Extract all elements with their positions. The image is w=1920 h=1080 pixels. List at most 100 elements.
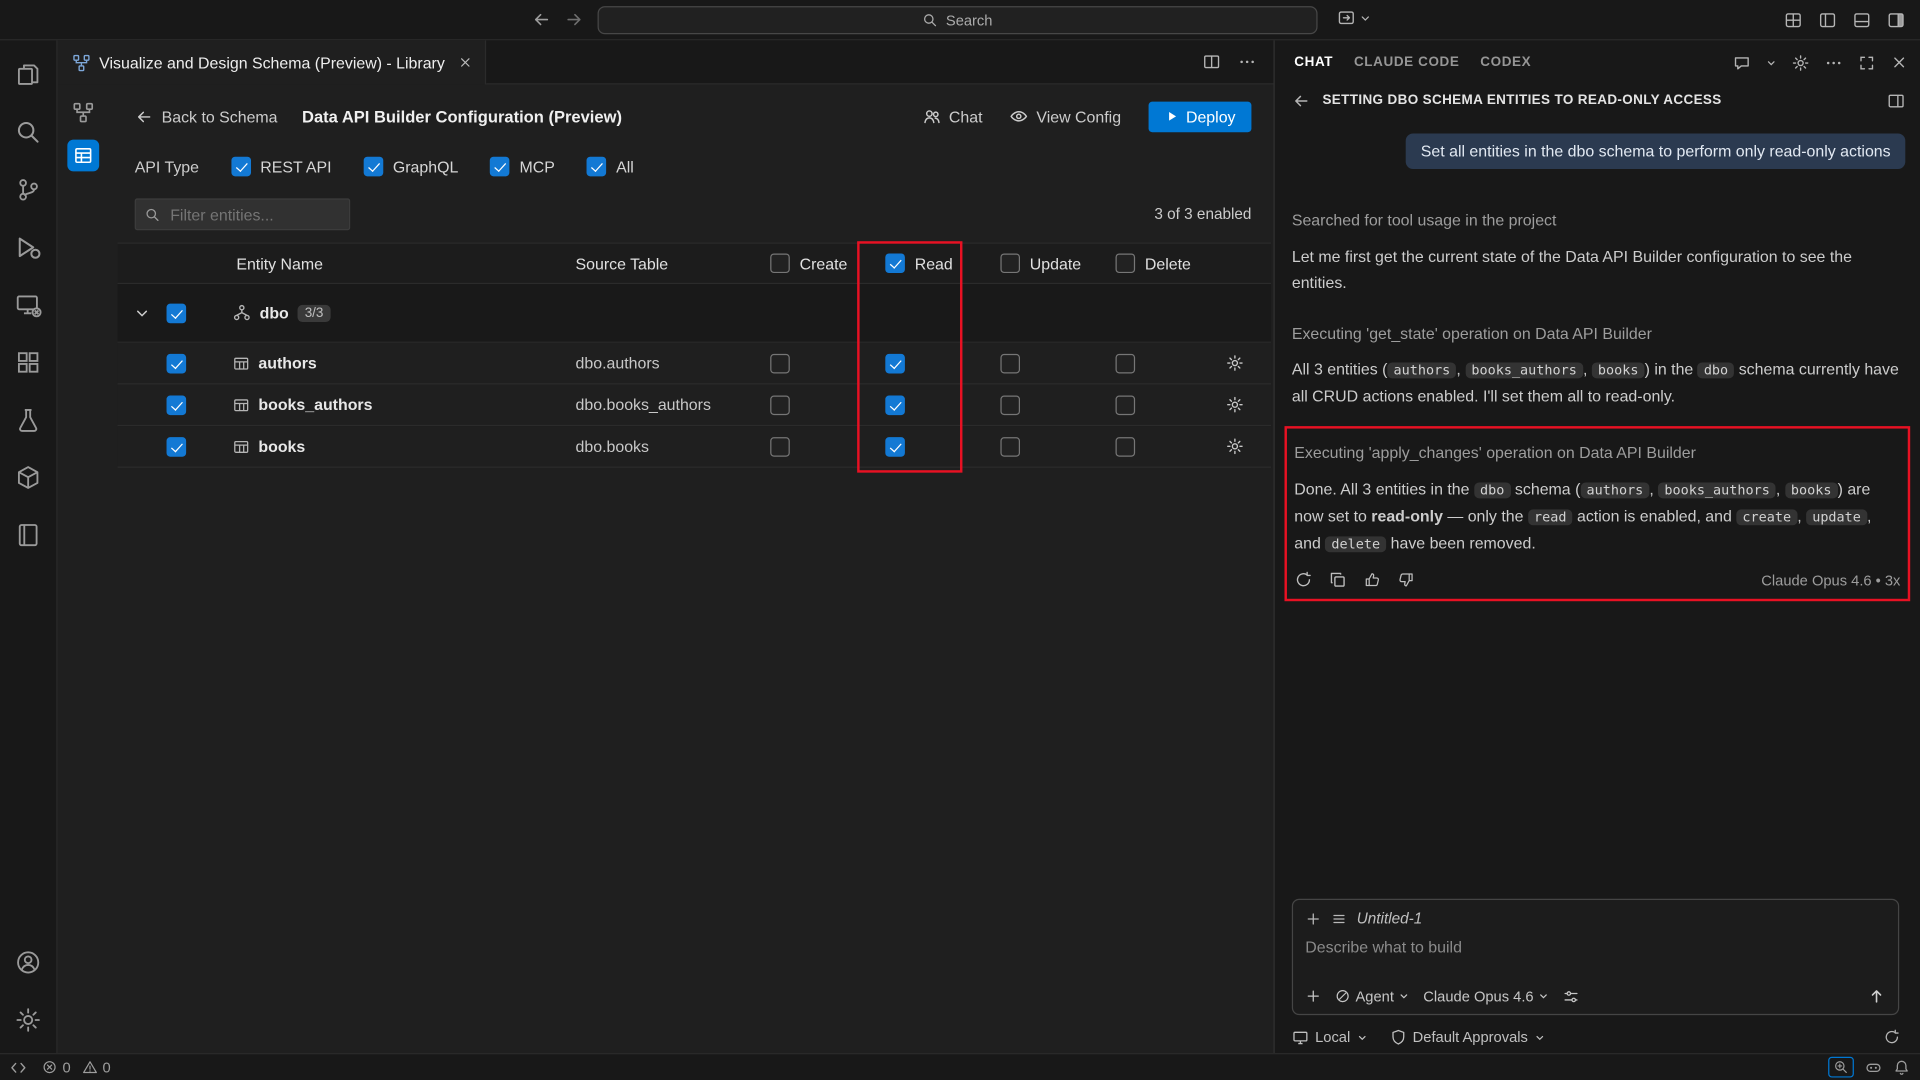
toggle-secondary-sidebar-icon[interactable] — [1887, 11, 1905, 29]
update-checkbox[interactable] — [1000, 437, 1020, 457]
split-editor-icon[interactable] — [1202, 53, 1220, 71]
zoom-in-icon — [1833, 1059, 1849, 1075]
zoom-status-item[interactable] — [1828, 1057, 1854, 1078]
thumbs-down-icon[interactable] — [1397, 571, 1415, 589]
api-option-mcp: MCP — [490, 157, 555, 177]
update-all-checkbox[interactable] — [1000, 253, 1020, 273]
chat-button[interactable]: Chat — [922, 107, 983, 127]
toggle-panel-icon[interactable] — [1853, 11, 1871, 29]
row-select-checkbox[interactable] — [167, 395, 187, 415]
chevron-down-icon[interactable] — [118, 304, 167, 321]
source-control-icon[interactable] — [0, 160, 57, 218]
col-read: Read — [867, 253, 972, 273]
mcp-checkbox[interactable] — [490, 157, 510, 177]
status-bar: 0 0 — [0, 1053, 1920, 1080]
nav-forward-icon[interactable] — [564, 10, 584, 30]
account-icon[interactable] — [0, 933, 57, 991]
read-checkbox[interactable] — [885, 395, 905, 415]
delete-checkbox[interactable] — [1116, 395, 1136, 415]
view-config-button[interactable]: View Config — [1009, 107, 1121, 127]
layout-grid-icon[interactable] — [1784, 11, 1802, 29]
row-select-checkbox[interactable] — [167, 353, 187, 373]
toggle-primary-sidebar-icon[interactable] — [1818, 11, 1836, 29]
copy-icon[interactable] — [1329, 571, 1347, 589]
close-chat-icon[interactable] — [1891, 54, 1908, 71]
agent-sessions-button[interactable] — [1337, 9, 1371, 27]
vscode-window: Search — [0, 0, 1920, 1080]
create-checkbox[interactable] — [770, 437, 790, 457]
row-select-checkbox[interactable] — [167, 437, 187, 457]
approvals-picker[interactable]: Default Approvals — [1389, 1029, 1545, 1046]
testing-icon[interactable] — [0, 391, 57, 449]
chat-input-box[interactable]: Untitled-1 Describe what to build Agent — [1292, 899, 1899, 1015]
delete-checkbox[interactable] — [1116, 437, 1136, 457]
back-to-schema-button[interactable]: Back to Schema — [135, 107, 278, 125]
add-context-icon[interactable] — [1305, 910, 1321, 926]
chat-settings-gear-icon[interactable] — [1791, 53, 1809, 71]
explorer-icon[interactable] — [0, 45, 57, 103]
search-sidebar-icon[interactable] — [0, 103, 57, 161]
group-name: dbo — [260, 304, 289, 322]
row-settings-gear-icon[interactable] — [1207, 396, 1271, 414]
activity-bar — [0, 40, 58, 1053]
deploy-button[interactable]: Deploy — [1148, 101, 1251, 132]
delete-all-checkbox[interactable] — [1116, 253, 1136, 273]
context-file-chip[interactable]: Untitled-1 — [1357, 910, 1423, 927]
tab-close-icon[interactable] — [458, 55, 473, 70]
expand-chat-icon[interactable] — [1858, 53, 1876, 71]
remote-indicator-icon[interactable] — [10, 1059, 27, 1076]
settings-gear-icon[interactable] — [0, 991, 57, 1049]
create-checkbox[interactable] — [770, 353, 790, 373]
thumbs-up-icon[interactable] — [1363, 571, 1381, 589]
update-checkbox[interactable] — [1000, 395, 1020, 415]
create-all-checkbox[interactable] — [770, 253, 790, 273]
filter-entities-input[interactable] — [135, 198, 351, 230]
command-center-search[interactable]: Search — [598, 6, 1318, 34]
graphql-checkbox[interactable] — [363, 157, 383, 177]
rest-api-label: REST API — [260, 157, 331, 175]
extensions-icon[interactable] — [0, 333, 57, 391]
schema-view-icon[interactable] — [67, 97, 99, 129]
target-picker[interactable]: Local — [1292, 1029, 1368, 1046]
notifications-bell-icon[interactable] — [1893, 1059, 1910, 1076]
filter-entities-field[interactable] — [168, 204, 341, 225]
chat-history-icon[interactable] — [1733, 53, 1751, 71]
problems-indicator[interactable]: 0 0 — [42, 1059, 111, 1076]
row-settings-gear-icon[interactable] — [1207, 354, 1271, 372]
all-checkbox[interactable] — [587, 157, 607, 177]
chat-more-icon[interactable] — [1824, 53, 1842, 71]
remote-explorer-icon[interactable] — [0, 276, 57, 334]
session-sync-icon[interactable] — [1883, 1029, 1900, 1046]
send-icon[interactable] — [1867, 987, 1885, 1005]
row-settings-gear-icon[interactable] — [1207, 437, 1271, 455]
read-checkbox[interactable] — [885, 437, 905, 457]
rest-api-checkbox[interactable] — [231, 157, 251, 177]
run-debug-icon[interactable] — [0, 218, 57, 276]
tab-chat[interactable]: CHAT — [1294, 55, 1333, 70]
dbo-group-checkbox[interactable] — [167, 303, 187, 323]
api-builder-view-icon[interactable] — [67, 140, 99, 172]
delete-checkbox[interactable] — [1116, 353, 1136, 373]
attach-icon[interactable] — [1305, 988, 1321, 1004]
tab-codex[interactable]: CODEX — [1480, 55, 1531, 70]
update-checkbox[interactable] — [1000, 353, 1020, 373]
tab-claude-code[interactable]: CLAUDE CODE — [1354, 55, 1460, 70]
open-session-editor-icon[interactable] — [1887, 91, 1905, 109]
copilot-status-icon[interactable] — [1865, 1059, 1882, 1076]
more-actions-icon[interactable] — [1238, 53, 1256, 71]
back-arrow-icon[interactable] — [1292, 91, 1310, 109]
rerun-icon[interactable] — [1294, 571, 1312, 589]
nav-back-icon[interactable] — [531, 10, 551, 30]
create-checkbox[interactable] — [770, 395, 790, 415]
session-environment-row: Local Default Approvals — [1292, 1029, 1901, 1046]
model-picker[interactable]: Claude Opus 4.6 — [1423, 988, 1549, 1005]
mode-picker[interactable]: Agent — [1335, 988, 1410, 1005]
tab-visualize-schema[interactable]: Visualize and Design Schema (Preview) - … — [58, 40, 487, 84]
notebook-icon[interactable] — [0, 506, 57, 564]
chat-input-placeholder[interactable]: Describe what to build — [1305, 927, 1885, 987]
tools-sliders-icon[interactable] — [1563, 988, 1580, 1005]
database-project-icon[interactable] — [0, 448, 57, 506]
read-checkbox[interactable] — [885, 353, 905, 373]
read-all-checkbox[interactable] — [885, 253, 905, 273]
chevron-down-icon[interactable] — [1766, 57, 1777, 68]
